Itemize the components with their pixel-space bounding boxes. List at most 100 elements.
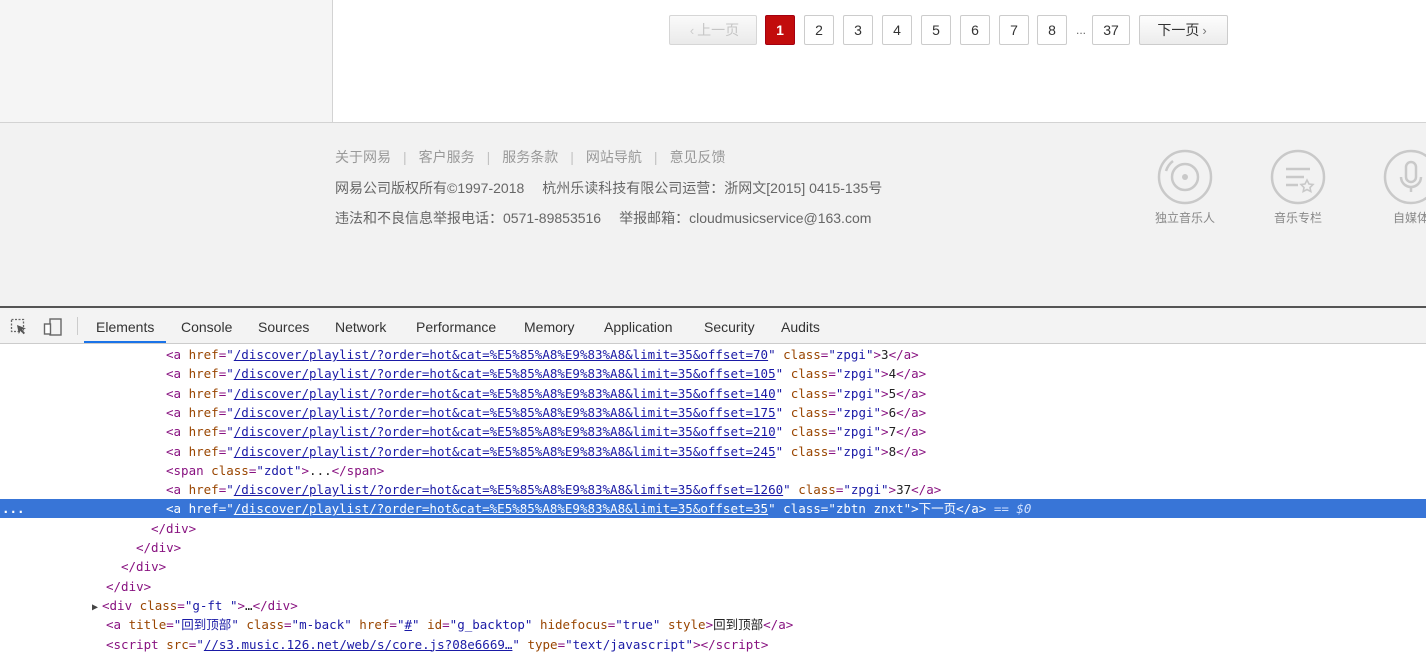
dom-node-line[interactable]: <a href="/discover/playlist/?order=hot&c… (0, 384, 1426, 403)
page-button-4[interactable]: 4 (882, 15, 912, 45)
tag-name: <div (102, 597, 133, 613)
attribute-value: m-back (299, 617, 345, 633)
attribute-value: text/javascript (572, 636, 686, 652)
attribute-name: class (790, 404, 829, 420)
footer-icon-independent-musician[interactable]: 独立音乐人 (1140, 149, 1230, 226)
tag-name: <a (166, 404, 182, 420)
microphone-icon (1383, 149, 1426, 205)
device-toolbar-icon[interactable] (43, 318, 63, 341)
attribute-link[interactable]: /discover/playlist/?order=hot&cat=%E5%85… (234, 386, 776, 401)
attribute-link[interactable]: /discover/playlist/?order=hot&cat=%E5%85… (234, 347, 768, 362)
page-button-3[interactable]: 3 (843, 15, 873, 45)
vinyl-icon (1157, 149, 1213, 205)
closing-tag: </div> (151, 520, 197, 536)
expand-triangle-icon: ▶ (92, 601, 99, 613)
page-button-8[interactable]: 8 (1037, 15, 1067, 45)
attribute-link[interactable]: /discover/playlist/?order=hot&cat=%E5%85… (234, 501, 768, 516)
page-button-7[interactable]: 7 (999, 15, 1029, 45)
attribute-name: src (166, 636, 189, 652)
footer-icon-self-media[interactable]: 自媒体 (1366, 149, 1426, 226)
closing-tag: </div> (106, 578, 152, 594)
closing-tag: </script> (700, 636, 769, 652)
tag-name: <a (166, 366, 182, 382)
closing-tag: </div> (121, 559, 167, 575)
footer-link-separator: | (570, 149, 574, 165)
dom-node-line[interactable]: <a href="/discover/playlist/?order=hot&c… (0, 422, 1426, 441)
dom-node-line[interactable]: <a href="/discover/playlist/?order=hot&c… (0, 403, 1426, 422)
attribute-name: class (790, 443, 829, 459)
attribute-link[interactable]: /discover/playlist/?order=hot&cat=%E5%85… (234, 405, 776, 420)
attribute-link[interactable]: /discover/playlist/?order=hot&cat=%E5%85… (234, 424, 776, 439)
tab-sources[interactable]: Sources (246, 308, 321, 343)
selected-node-reference: == $0 (993, 501, 1032, 517)
dom-node-line[interactable]: <a href="/discover/playlist/?order=hot&c… (0, 345, 1426, 364)
attribute-name: class (246, 617, 285, 633)
page-button-5[interactable]: 5 (921, 15, 951, 45)
tag-name: <a (166, 443, 182, 459)
tag-name: <a (166, 385, 182, 401)
dom-node-line[interactable]: <a href="/discover/playlist/?order=hot&c… (0, 364, 1426, 383)
toolbar-divider (77, 317, 78, 335)
dom-node-line[interactable]: <a title="回到顶部" class="m-back" href="#" … (0, 615, 1426, 634)
dom-node-line[interactable]: ... <a href="/discover/playlist/?order=ho… (0, 499, 1426, 519)
page-button-1[interactable]: 1 (765, 15, 795, 45)
attribute-link[interactable]: //s3.music.126.net/web/s/core.js?08e6669… (204, 637, 513, 652)
tab-security[interactable]: Security (692, 308, 767, 343)
next-page-button[interactable]: 下一页 › (1139, 15, 1228, 45)
footer-link-service[interactable]: 客户服务 (419, 149, 475, 165)
attribute-link[interactable]: /discover/playlist/?order=hot&cat=%E5%85… (234, 366, 776, 381)
attribute-value: zpgi (835, 347, 866, 362)
footer-link-sitemap[interactable]: 网站导航 (586, 149, 642, 165)
attribute-name: href (188, 385, 219, 401)
attribute-name: class (139, 597, 178, 613)
tab-performance[interactable]: Performance (404, 308, 508, 343)
page-button-37[interactable]: 37 (1092, 15, 1130, 45)
footer-link-feedback[interactable]: 意见反馈 (670, 149, 726, 165)
attribute-value: zpgi (843, 366, 874, 382)
node-text: 7 (888, 424, 897, 440)
footer-link-terms[interactable]: 服务条款 (502, 149, 558, 165)
dom-node-line[interactable]: <a href="/discover/playlist/?order=hot&c… (0, 442, 1426, 461)
footer-copyright-line: 网易公司版权所有©1997-2018 杭州乐读科技有限公司运营：浙网文[2015]… (335, 178, 882, 198)
attribute-value: zpgi (843, 404, 874, 420)
inspect-element-icon[interactable] (10, 318, 28, 341)
tab-application[interactable]: Application (592, 308, 685, 343)
prev-page-button[interactable]: ‹ 上一页 (669, 15, 757, 45)
tab-console[interactable]: Console (169, 308, 244, 343)
attribute-link[interactable]: # (404, 617, 412, 632)
dom-node-line[interactable]: </div> (0, 577, 1426, 596)
closing-tag: </a> (896, 366, 927, 382)
attribute-name: id (427, 617, 443, 633)
footer-icon-music-column[interactable]: 音乐专栏 (1253, 149, 1343, 226)
closing-tag: </a> (888, 347, 919, 362)
dom-node-line[interactable]: <a href="/discover/playlist/?order=hot&c… (0, 480, 1426, 499)
attribute-name: style (667, 617, 706, 633)
attribute-value: 回到顶部 (181, 617, 232, 633)
footer-link-about[interactable]: 关于网易 (335, 149, 391, 165)
dom-node-line[interactable]: </div> (0, 557, 1426, 576)
dom-node-line[interactable]: </div> (0, 538, 1426, 557)
tab-audits[interactable]: Audits (769, 308, 832, 343)
dom-node-line[interactable]: <script src="//s3.music.126.net/web/s/co… (0, 635, 1426, 654)
tab-elements[interactable]: Elements (84, 308, 167, 343)
node-text: ... (309, 462, 332, 478)
attribute-name: href (188, 443, 219, 459)
footer-operator: 杭州乐读科技有限公司运营：浙网文[2015] 0415-135号 (542, 180, 883, 196)
page-button-6[interactable]: 6 (960, 15, 990, 45)
attribute-value: zpgi (843, 424, 874, 440)
attribute-name: href (188, 404, 219, 420)
tag-name: <a (106, 617, 122, 633)
attribute-name: class (790, 366, 829, 382)
dom-node-line[interactable]: </div> (0, 519, 1426, 538)
dom-node-line[interactable]: ▶ <div class="g-ft ">…</div> (0, 596, 1426, 615)
attribute-link[interactable]: /discover/playlist/?order=hot&cat=%E5%85… (234, 482, 783, 497)
page-button-2[interactable]: 2 (804, 15, 834, 45)
closing-tag: </a> (956, 501, 987, 517)
tab-memory[interactable]: Memory (512, 308, 587, 343)
tab-network[interactable]: Network (323, 308, 398, 343)
attribute-value: zbtn znxt (835, 501, 904, 517)
music-column-icon (1270, 149, 1326, 205)
dom-node-line[interactable]: <span class="zdot">...</span> (0, 461, 1426, 480)
attribute-name: title (128, 617, 167, 633)
attribute-link[interactable]: /discover/playlist/?order=hot&cat=%E5%85… (234, 444, 776, 459)
